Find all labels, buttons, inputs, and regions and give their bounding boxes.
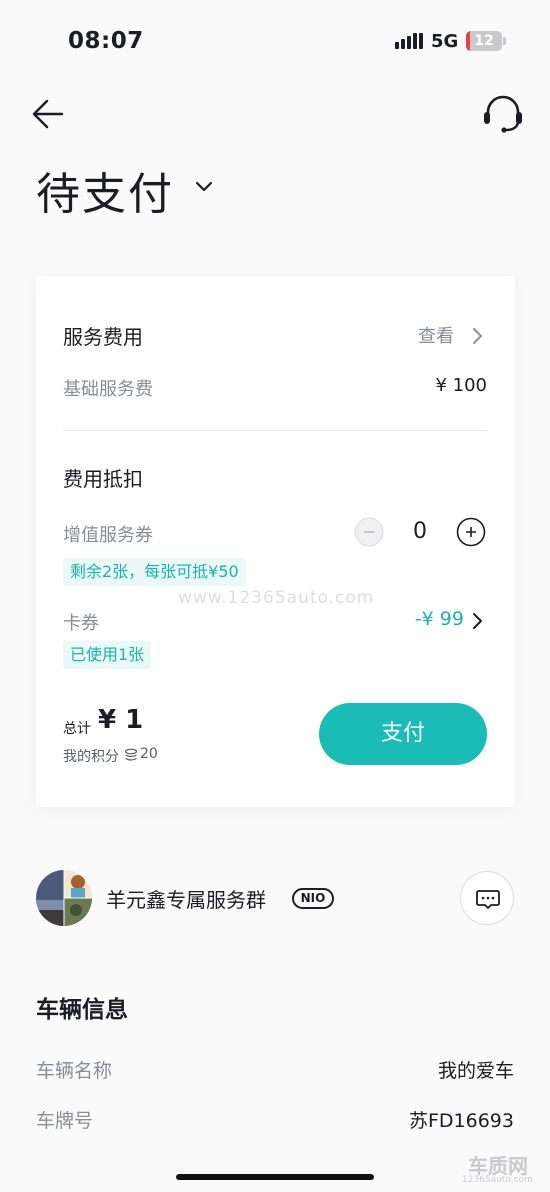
chevron-right-icon bbox=[473, 328, 482, 344]
status-dropdown[interactable] bbox=[192, 176, 216, 196]
vehicle-name-value: 我的爱车 bbox=[437, 1060, 514, 1082]
voucher-increase-button[interactable] bbox=[456, 517, 486, 547]
total-amount: ¥ 1 bbox=[98, 705, 144, 735]
view-details-link[interactable]: 查看 bbox=[418, 321, 490, 349]
base-fee-value: ¥ 100 bbox=[435, 375, 487, 396]
status-time: 08:07 bbox=[68, 28, 144, 54]
plus-icon bbox=[456, 517, 486, 547]
payment-card: 服务费用 查看 基础服务费 ¥ 100 费用抵扣 增值服务券 0 剩余2张，每张… bbox=[36, 276, 515, 807]
page-title: 待支付 bbox=[36, 169, 174, 220]
status-bar: 08:07 5G 12 bbox=[0, 0, 550, 84]
signal-icon bbox=[395, 33, 423, 49]
chat-icon bbox=[476, 890, 500, 909]
plate-number-value: 苏FD16693 bbox=[408, 1110, 514, 1132]
arrow-left-icon bbox=[32, 99, 64, 129]
chevron-down-icon bbox=[195, 181, 213, 192]
coupon-selector[interactable]: -¥ 99 bbox=[396, 607, 492, 635]
group-avatar[interactable] bbox=[36, 870, 92, 926]
pay-button[interactable]: 支付 bbox=[319, 703, 487, 765]
coupon-label: 卡券 bbox=[63, 613, 99, 634]
coupon-value: -¥ 99 bbox=[414, 608, 464, 630]
total-label: 总计 bbox=[63, 721, 91, 737]
service-fee-title: 服务费用 bbox=[63, 325, 143, 349]
deduction-title: 费用抵扣 bbox=[63, 467, 143, 491]
group-chat-button[interactable] bbox=[460, 871, 514, 925]
customer-service-button[interactable] bbox=[480, 92, 526, 136]
headset-icon bbox=[484, 95, 522, 133]
vehicle-name-label: 车辆名称 bbox=[36, 1060, 113, 1082]
watermark-text: www.12365auto.com bbox=[178, 588, 375, 608]
points-value: 20 bbox=[140, 746, 158, 762]
battery-level: 12 bbox=[474, 33, 494, 49]
voucher-decrease-button[interactable] bbox=[354, 517, 384, 547]
divider bbox=[63, 430, 487, 431]
group-name[interactable]: 羊元鑫专属服务群 bbox=[106, 884, 266, 913]
chevron-right-icon bbox=[473, 613, 482, 629]
points-icon bbox=[124, 748, 138, 761]
voucher-quantity: 0 bbox=[413, 519, 427, 544]
coupon-used-tag: 已使用1张 bbox=[63, 641, 152, 669]
nio-badge: NIO bbox=[292, 888, 334, 909]
home-indicator[interactable] bbox=[176, 1174, 374, 1180]
voucher-label: 增值服务券 bbox=[63, 525, 153, 546]
battery-icon: 12 bbox=[466, 31, 502, 51]
watermark-url: 12365auto.com bbox=[462, 1175, 533, 1185]
minus-icon bbox=[354, 517, 384, 547]
voucher-remaining-tag: 剩余2张，每张可抵¥50 bbox=[63, 558, 246, 586]
points-label: 我的积分 bbox=[63, 749, 119, 765]
network-type: 5G bbox=[431, 31, 459, 52]
base-fee-label: 基础服务费 bbox=[63, 379, 153, 400]
vehicle-info-title: 车辆信息 bbox=[36, 997, 128, 1023]
plate-number-label: 车牌号 bbox=[36, 1110, 94, 1132]
view-details-label: 查看 bbox=[418, 326, 454, 347]
back-button[interactable] bbox=[26, 94, 70, 134]
order-page: 08:07 5G 12 待支付 服务费用 查看 基础服务费 ¥ 100 费用抵扣… bbox=[0, 0, 550, 1192]
